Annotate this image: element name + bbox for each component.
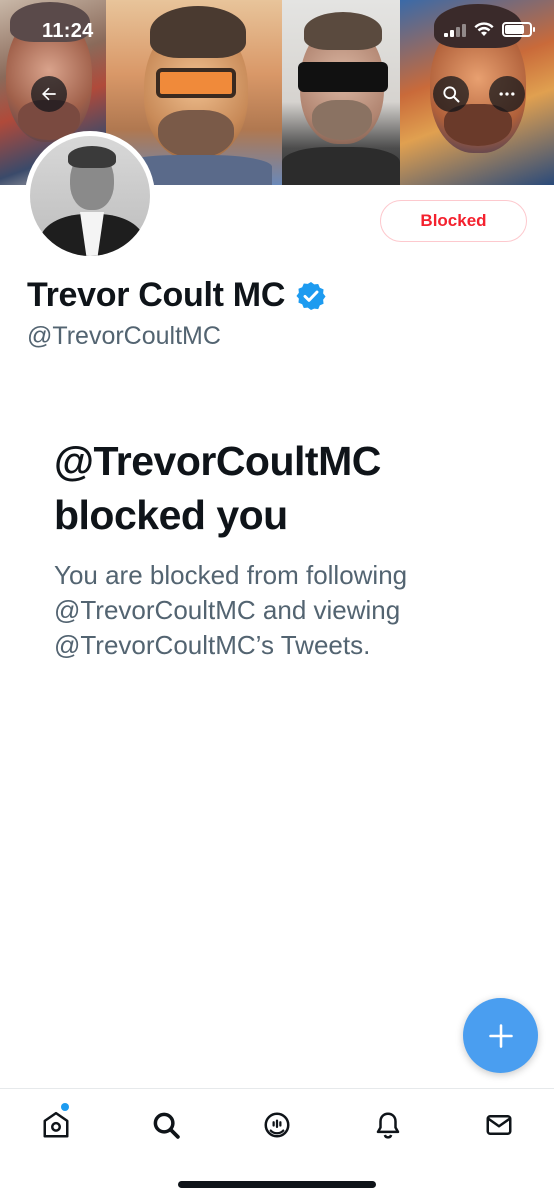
search-profile-button[interactable] [433, 76, 469, 112]
display-name: Trevor Coult MC [27, 276, 286, 314]
signal-icon [444, 23, 466, 37]
compose-tweet-button[interactable] [463, 998, 538, 1073]
more-horizontal-icon [499, 92, 515, 96]
nav-spaces[interactable] [257, 1105, 297, 1145]
nav-search[interactable] [146, 1105, 186, 1145]
arrow-left-icon [42, 87, 56, 101]
blocked-title: @TrevorCoultMC blocked you [54, 434, 514, 542]
mail-icon [486, 1115, 512, 1135]
nav-messages[interactable] [479, 1105, 519, 1145]
search-icon [153, 1112, 180, 1139]
avatar-photo [30, 136, 150, 256]
plus-icon [488, 1023, 513, 1048]
wifi-icon [474, 22, 494, 36]
blocked-button[interactable]: Blocked [380, 200, 527, 242]
more-options-button[interactable] [489, 76, 525, 112]
status-time: 11:24 [42, 20, 94, 42]
nav-notifications[interactable] [368, 1105, 408, 1145]
bell-icon [376, 1112, 400, 1139]
battery-icon [502, 22, 535, 37]
home-notification-dot [61, 1103, 69, 1111]
banner-panel-3 [282, 0, 400, 185]
home-icon [43, 1111, 69, 1138]
avatar[interactable] [25, 131, 155, 261]
nav-home[interactable] [36, 1105, 76, 1145]
home-indicator[interactable] [178, 1181, 376, 1188]
blocked-description: You are blocked from following @TrevorCo… [54, 560, 408, 660]
search-icon [443, 86, 460, 103]
spaces-icon [264, 1112, 290, 1138]
profile-name-row: Trevor Coult MC [27, 276, 327, 315]
back-button[interactable] [31, 76, 67, 112]
blocked-title-text: blocked you [54, 492, 288, 538]
status-icons [444, 22, 535, 37]
blocked-title-handle: @TrevorCoultMC [54, 438, 381, 484]
profile-handle: @TrevorCoultMC [27, 322, 221, 350]
verified-badge-icon [296, 281, 326, 310]
